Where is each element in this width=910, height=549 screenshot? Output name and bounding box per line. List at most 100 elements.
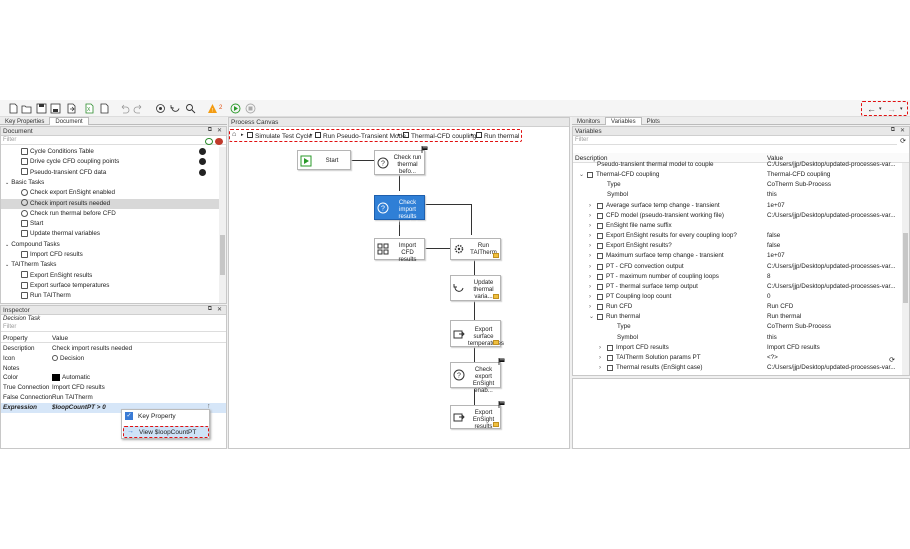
export-icon[interactable] [66, 103, 77, 114]
variable-row[interactable]: › Maximum surface temp change - transient… [573, 251, 901, 261]
variable-row[interactable]: Symbol this [573, 190, 901, 200]
go-icon[interactable] [199, 148, 206, 155]
document-tree-item[interactable]: Export surface temperatures [1, 281, 221, 291]
run-icon[interactable] [230, 103, 241, 114]
variable-row[interactable]: › PT - thermal surface temp output C:/User… [573, 282, 901, 292]
chevron-down-icon[interactable]: ⌄ [5, 262, 9, 268]
document-tree-item[interactable]: Check run thermal before CFD [1, 209, 221, 219]
document-tree-item[interactable]: ⌄ Basic Tasks [1, 178, 221, 188]
variable-row[interactable]: › PT - CFD convection output C:/Users/jjp/… [573, 262, 901, 272]
document-filter-input[interactable]: Filter [1, 136, 226, 145]
variable-row[interactable]: › EnSight file name suffix [573, 221, 901, 231]
document-scrollbar[interactable] [219, 147, 226, 303]
breadcrumb-item-2[interactable]: Thermal-CFD coupling [411, 133, 476, 140]
float-icon[interactable]: ⧉ [208, 306, 212, 313]
variable-row[interactable]: › PT Coupling loop count 0 [573, 292, 901, 302]
inspector-filter-input[interactable]: Filter [1, 323, 226, 332]
undo-icon[interactable] [119, 103, 130, 114]
document-tree-item[interactable]: Check import results needed [1, 198, 221, 209]
save-icon[interactable] [36, 103, 47, 114]
variable-row[interactable]: › Thermal results (EnSight case) C:/Users/… [573, 363, 901, 373]
refresh-icon[interactable] [170, 103, 181, 114]
document-tree-item[interactable]: Cycle Conditions Table [1, 147, 221, 157]
home-icon[interactable]: ⌂ [232, 131, 236, 138]
chevron-right-icon[interactable]: › [589, 221, 591, 231]
chevron-right-icon[interactable]: › [589, 292, 591, 302]
scroll-up-icon[interactable]: ↑ [207, 403, 211, 410]
chevron-right-icon[interactable]: › [589, 241, 591, 251]
zoom-icon[interactable] [185, 103, 196, 114]
back-icon[interactable]: ← [867, 104, 876, 114]
go-icon[interactable] [199, 168, 206, 176]
chevron-right-icon[interactable]: › [599, 363, 601, 373]
add-icon[interactable] [205, 138, 213, 145]
variable-row[interactable]: Type CoTherm Sub-Process [573, 322, 901, 332]
chevron-down-icon[interactable]: ⌄ [589, 312, 594, 322]
chevron-right-icon[interactable]: › [589, 272, 591, 282]
document-tree-item[interactable]: Import CFD results [1, 250, 221, 260]
document-tree-item[interactable]: Start [1, 219, 221, 229]
node-run-taitherm[interactable]: Run TAITherm [450, 238, 501, 260]
variable-row[interactable]: ⌄ Thermal-CFD coupling Thermal-CFD couplin… [573, 170, 901, 180]
variable-row[interactable]: › Export EnSight results? false [573, 241, 901, 251]
float-icon[interactable]: ⧉ [208, 127, 212, 134]
menu-item-key-property[interactable]: Key Property [138, 413, 176, 420]
inspector-row[interactable]: Color Automatic [1, 373, 226, 383]
variable-row[interactable]: ⌄ Run thermal Run thermal [573, 312, 901, 322]
inspector-row[interactable]: Icon Decision [1, 354, 226, 364]
chevron-right-icon[interactable]: › [589, 282, 591, 292]
tab-monitors[interactable]: Monitors [572, 118, 605, 126]
document-tree-item[interactable]: Drive cycle CFD coupling points [1, 157, 221, 167]
target-icon[interactable] [155, 103, 166, 114]
inspector-row[interactable]: Notes [1, 364, 226, 374]
chevron-right-icon[interactable]: › [599, 343, 601, 353]
variable-row[interactable]: Symbol this [573, 333, 901, 343]
variables-filter-input[interactable]: Filter [573, 136, 897, 145]
node-update-thermal[interactable]: Update thermal varia... [450, 275, 501, 301]
variable-row[interactable]: › Export EnSight results for every coupli… [573, 231, 901, 241]
node-check-run-thermal[interactable]: ? Check run thermal befo... [374, 150, 425, 175]
document-tree-item[interactable]: ⌄ Compound Tasks [1, 240, 221, 250]
float-icon[interactable]: ⧉ [891, 127, 895, 134]
import-icon[interactable]: X [84, 103, 95, 114]
color-swatch[interactable] [52, 374, 60, 382]
close-icon[interactable]: ✕ [217, 127, 222, 134]
node-export-surface-temps[interactable]: Export surface temperatures [450, 320, 504, 347]
close-icon[interactable]: ✕ [217, 306, 222, 313]
remove-icon[interactable] [215, 138, 223, 145]
stop-icon[interactable] [245, 103, 256, 114]
variable-row[interactable]: › Import CFD results Import CFD results [573, 343, 901, 353]
refresh-icon[interactable]: ⟳ [889, 356, 895, 364]
variables-scrollbar[interactable] [902, 163, 909, 375]
redo-icon[interactable] [133, 103, 144, 114]
tab-document[interactable]: Document [49, 117, 89, 125]
variable-row[interactable]: Type CoTherm Sub-Process [573, 180, 901, 190]
variable-row[interactable]: › Run CFD Run CFD [573, 302, 901, 312]
document-tree-item[interactable]: Run TAITherm [1, 291, 221, 301]
chevron-right-icon[interactable]: › [589, 211, 591, 221]
chevron-right-icon[interactable]: › [589, 262, 591, 272]
open-icon[interactable] [21, 103, 32, 114]
variable-row[interactable]: › TAITherm Solution params PT <?> [573, 353, 901, 363]
variable-row[interactable]: › Average surface temp change - transient… [573, 201, 901, 211]
chevron-down-icon[interactable]: ⌄ [579, 170, 584, 180]
inspector-row[interactable]: False Connection Run TAITherm [1, 393, 226, 403]
tab-key-properties[interactable]: Key Properties [0, 118, 49, 126]
document-tree-item[interactable]: Update thermal variables [1, 229, 221, 239]
tab-variables[interactable]: Variables [605, 117, 642, 125]
go-icon[interactable] [199, 158, 206, 166]
forward-icon[interactable]: → [887, 104, 896, 114]
chevron-down-icon[interactable]: ⌄ [5, 180, 9, 186]
variable-row[interactable]: Pseudo-transient thermal model to couple… [573, 160, 901, 170]
new-icon[interactable] [8, 103, 19, 114]
back-dropdown-icon[interactable]: ▾ [879, 106, 882, 112]
tab-plots[interactable]: Plots [642, 118, 665, 126]
close-icon[interactable]: ✕ [900, 127, 905, 134]
document-tree-item[interactable]: Check export EnSight enabled [1, 188, 221, 198]
chevron-right-icon[interactable]: › [589, 231, 591, 241]
menu-item-view-loopcount[interactable]: → View $loopCountPT [123, 426, 209, 438]
node-import-cfd-results[interactable]: Import CFD results [374, 238, 425, 263]
chevron-down-icon[interactable]: ⌄ [5, 242, 9, 248]
breadcrumb-item-0[interactable]: Simulate Test Cycle [255, 133, 312, 140]
document-tree-item[interactable]: Export EnSight results [1, 271, 221, 281]
